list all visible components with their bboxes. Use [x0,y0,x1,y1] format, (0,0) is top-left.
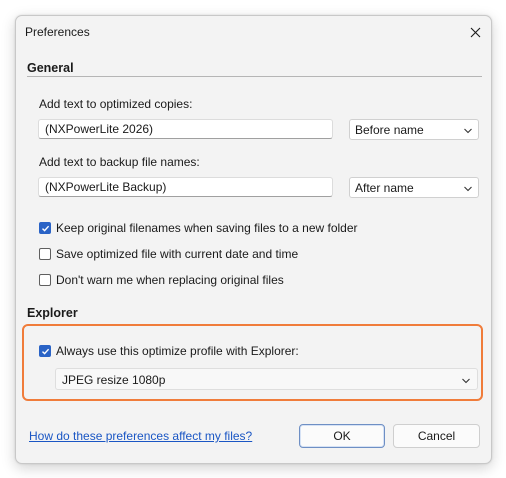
cancel-button[interactable]: Cancel [393,424,480,448]
checkbox-checked-icon[interactable] [39,222,51,234]
always-use-profile-option[interactable]: Always use this optimize profile with Ex… [39,344,299,358]
title-bar: Preferences [16,16,491,48]
chevron-down-icon [463,125,473,139]
backup-names-input[interactable] [38,177,333,197]
keep-filenames-option[interactable]: Keep original filenames when saving file… [39,221,358,235]
optimize-profile-value: JPEG resize 1080p [62,373,166,387]
keep-filenames-label: Keep original filenames when saving file… [56,221,358,235]
backup-position-select[interactable]: After name [349,177,479,198]
save-with-date-option[interactable]: Save optimized file with current date an… [39,247,298,261]
checkbox-unchecked-icon[interactable] [39,274,51,286]
optimized-position-value: Before name [355,123,424,137]
optimized-copies-input[interactable] [38,119,333,139]
chevron-down-icon [463,183,473,197]
checkbox-checked-icon[interactable] [39,345,51,357]
preferences-dialog: Preferences General Add text to optimize… [15,15,492,464]
checkbox-unchecked-icon[interactable] [39,248,51,260]
general-divider [27,76,482,77]
close-button[interactable] [459,16,491,48]
dont-warn-label: Don't warn me when replacing original fi… [56,273,284,287]
dont-warn-option[interactable]: Don't warn me when replacing original fi… [39,273,284,287]
close-icon [470,27,481,38]
save-with-date-label: Save optimized file with current date an… [56,247,299,261]
window-title: Preferences [25,25,90,39]
ok-button[interactable]: OK [299,424,385,448]
optimized-position-select[interactable]: Before name [349,119,479,140]
always-use-profile-label: Always use this optimize profile with Ex… [56,344,299,358]
help-link[interactable]: How do these preferences affect my files… [29,429,252,443]
optimize-profile-select[interactable]: JPEG resize 1080p [55,368,478,390]
explorer-heading: Explorer [27,306,78,320]
chevron-down-icon [461,375,471,389]
backup-names-label: Add text to backup file names: [39,155,200,169]
optimized-copies-label: Add text to optimized copies: [39,97,193,111]
general-heading: General [27,61,74,75]
backup-position-value: After name [355,181,414,195]
